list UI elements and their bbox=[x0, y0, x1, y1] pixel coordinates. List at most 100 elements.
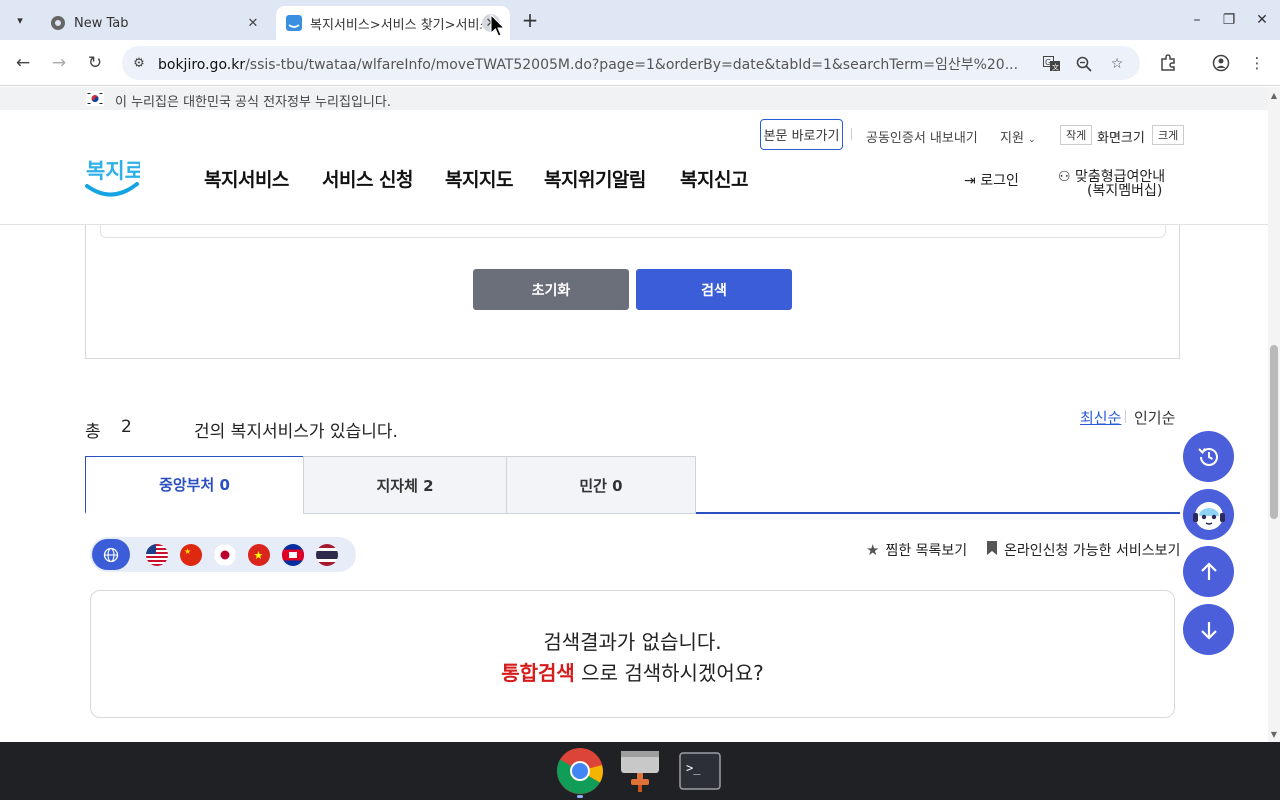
reset-button[interactable]: 초기화 bbox=[473, 269, 629, 310]
close-icon[interactable]: ✕ bbox=[244, 14, 262, 32]
os-taskbar: >_ bbox=[0, 742, 1280, 800]
sort-popular[interactable]: 인기순 bbox=[1134, 407, 1175, 428]
online-apply-filter-link[interactable]: 온라인신청 가능한 서비스보기 bbox=[986, 540, 1180, 560]
svg-text:★: ★ bbox=[254, 549, 264, 562]
browser-tab-bar: ▾ New Tab ✕ 복지서비스>서비스 찾기>서비스 목록 ✕ + – ❐ … bbox=[0, 0, 1280, 40]
us-flag-icon[interactable] bbox=[146, 544, 168, 566]
bookmark-icon bbox=[986, 541, 998, 559]
skip-to-content-button[interactable]: 본문 바로가기 bbox=[760, 119, 843, 150]
divider bbox=[1125, 410, 1126, 423]
user-plus-icon: ⚇ bbox=[1058, 169, 1071, 185]
language-selector: ★ ★ bbox=[90, 537, 356, 572]
window-close-icon[interactable]: ✕ bbox=[1250, 8, 1274, 32]
chevron-down-icon: ⌄ bbox=[1028, 135, 1036, 145]
url-host: bokjiro.go.kr bbox=[158, 57, 246, 73]
bokjiro-logo[interactable]: 복지로 bbox=[84, 152, 140, 200]
screen-size-label: 화면크기 bbox=[1097, 131, 1145, 146]
tab-title: 복지서비스>서비스 찾기>서비스 목록 bbox=[310, 17, 482, 33]
cambodia-flag-icon[interactable] bbox=[282, 544, 304, 566]
url-text[interactable]: bokjiro.go.kr/ssis-tbu/twataa/wlfareInfo… bbox=[158, 54, 1038, 74]
custom-benefit-sublabel: (복지멤버십) bbox=[1087, 183, 1163, 199]
gov-banner-text: 이 누리집은 대한민국 공식 전자정부 누리집입니다. bbox=[115, 95, 391, 110]
nav-service-apply[interactable]: 서비스 신청 bbox=[322, 165, 414, 192]
divider bbox=[851, 128, 852, 140]
file-manager-taskbar-icon[interactable] bbox=[616, 747, 664, 795]
active-indicator bbox=[577, 795, 583, 798]
china-flag-icon[interactable]: ★ bbox=[180, 544, 202, 566]
svg-text:>_: >_ bbox=[686, 761, 701, 775]
browser-toolbar: ← → ↻ ⚙ bokjiro.go.kr/ssis-tbu/twataa/wl… bbox=[0, 40, 1280, 86]
menu-kebab-icon[interactable]: ⋮ bbox=[1246, 52, 1268, 74]
support-label: 지원 bbox=[1000, 131, 1024, 146]
scroll-top-button[interactable] bbox=[1183, 546, 1234, 597]
vietnam-flag-icon[interactable]: ★ bbox=[248, 544, 270, 566]
integrated-search-prompt: 통합검색 으로 검색하시겠어요? bbox=[91, 657, 1174, 686]
nav-crisis-alert[interactable]: 복지위기알림 bbox=[544, 165, 646, 192]
scroll-up-arrow-icon[interactable]: ▲ bbox=[1268, 89, 1280, 101]
login-icon: ⇥ bbox=[964, 173, 976, 189]
text-small-button[interactable]: 작게 bbox=[1060, 125, 1093, 145]
profile-icon[interactable] bbox=[1210, 52, 1232, 74]
recent-history-button[interactable] bbox=[1183, 431, 1234, 482]
favorites-label: 찜한 목록보기 bbox=[885, 543, 968, 559]
restore-icon[interactable]: ❐ bbox=[1217, 8, 1241, 32]
scroll-down-arrow-icon[interactable]: ▼ bbox=[1268, 728, 1280, 740]
chrome-icon bbox=[51, 16, 65, 30]
zoom-icon[interactable] bbox=[1074, 54, 1094, 74]
tab-new-tab[interactable]: New Tab ✕ bbox=[40, 6, 272, 40]
scroll-bottom-button[interactable] bbox=[1183, 604, 1234, 655]
globe-icon[interactable] bbox=[92, 539, 130, 570]
login-link[interactable]: ⇥ 로그인 bbox=[964, 170, 1019, 190]
chrome-taskbar-icon[interactable] bbox=[556, 747, 604, 795]
svg-text:文: 文 bbox=[1052, 63, 1059, 72]
no-result-message: 검색결과가 없습니다. bbox=[543, 630, 722, 654]
nav-welfare-service[interactable]: 복지서비스 bbox=[204, 165, 289, 192]
bookmark-star-icon[interactable]: ☆ bbox=[1107, 54, 1127, 74]
chatbot-icon bbox=[1192, 501, 1225, 530]
mouse-cursor-icon bbox=[490, 14, 506, 37]
search-field-edge bbox=[100, 224, 1166, 238]
site-info-icon[interactable]: ⚙ bbox=[130, 54, 148, 72]
integrated-search-link[interactable]: 통합검색 bbox=[501, 661, 575, 685]
reload-icon[interactable]: ↻ bbox=[83, 51, 107, 75]
gov-banner: 이 누리집은 대한민국 공식 전자정부 누리집입니다. bbox=[0, 87, 1268, 110]
total-count: 2 bbox=[121, 417, 132, 437]
back-icon[interactable]: ← bbox=[11, 51, 35, 75]
cert-export-link[interactable]: 공동인증서 내보내기 bbox=[866, 127, 978, 146]
tabs-underline bbox=[696, 512, 1180, 514]
star-icon: ★ bbox=[866, 541, 880, 559]
support-dropdown[interactable]: 지원 ⌄ bbox=[1000, 127, 1036, 146]
history-icon bbox=[1197, 447, 1218, 466]
tab-central-ministry[interactable]: 중앙부처 0 bbox=[85, 456, 304, 514]
tab-bokjiro[interactable]: 복지서비스>서비스 찾기>서비스 목록 ✕ bbox=[276, 6, 510, 40]
extensions-icon[interactable] bbox=[1157, 52, 1179, 74]
svg-text:★: ★ bbox=[184, 547, 191, 556]
tab-local-government[interactable]: 지자체 2 bbox=[303, 456, 507, 514]
japan-flag-icon[interactable] bbox=[214, 544, 236, 566]
total-prefix: 총 bbox=[85, 422, 101, 442]
forward-icon[interactable]: → bbox=[47, 51, 71, 75]
thailand-flag-icon[interactable] bbox=[316, 544, 338, 566]
minimize-icon[interactable]: – bbox=[1185, 8, 1209, 32]
text-large-button[interactable]: 크게 bbox=[1152, 125, 1185, 145]
bokjiro-favicon-icon bbox=[286, 15, 302, 31]
korea-flag-icon bbox=[86, 91, 104, 106]
total-suffix: 건의 복지서비스가 있습니다. bbox=[194, 422, 398, 442]
custom-benefit-link[interactable]: ⚇ 맞춤형급여안내 (복지멤버십) bbox=[1058, 170, 1165, 198]
tab-private[interactable]: 민간 0 bbox=[506, 456, 696, 514]
favorites-list-link[interactable]: ★ 찜한 목록보기 bbox=[866, 540, 967, 560]
address-bar[interactable]: ⚙ bokjiro.go.kr/ssis-tbu/twataa/wlfareIn… bbox=[122, 46, 1140, 80]
terminal-taskbar-icon[interactable]: >_ bbox=[676, 747, 724, 795]
search-button[interactable]: 검색 bbox=[636, 269, 792, 310]
new-tab-plus-icon[interactable]: + bbox=[518, 8, 542, 32]
arrow-down-icon bbox=[1200, 621, 1217, 640]
chatbot-button[interactable] bbox=[1183, 489, 1234, 540]
sort-latest[interactable]: 최신순 bbox=[1080, 407, 1121, 428]
nav-welfare-map[interactable]: 복지지도 bbox=[445, 165, 513, 192]
translate-icon[interactable]: G文 bbox=[1042, 54, 1062, 74]
scrollbar-thumb[interactable] bbox=[1270, 345, 1278, 519]
tab-title: New Tab bbox=[74, 15, 129, 31]
tab-search-icon[interactable]: ▾ bbox=[8, 8, 32, 32]
nav-welfare-report[interactable]: 복지신고 bbox=[680, 165, 748, 192]
arrow-up-icon bbox=[1200, 561, 1217, 580]
